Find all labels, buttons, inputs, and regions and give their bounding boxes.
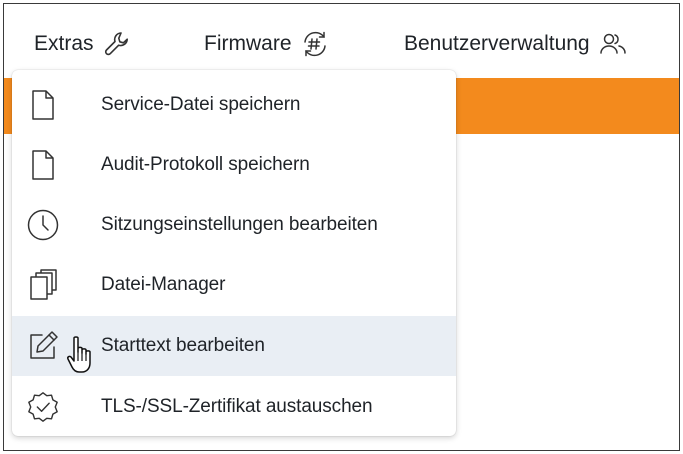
menu-item-replace-tls-certificate[interactable]: TLS-/SSL-Zertifikat austauschen — [12, 378, 456, 436]
menu-item-label: Audit-Protokoll speichern — [101, 154, 310, 175]
menu-item-label: Service-Datei speichern — [101, 94, 301, 115]
menu-extras-label: Extras — [34, 32, 94, 55]
menu-item-save-audit-log[interactable]: Audit-Protokoll speichern — [12, 136, 456, 194]
users-icon — [599, 33, 626, 54]
clock-icon — [26, 208, 60, 242]
edit-icon — [26, 329, 60, 363]
menu-extras[interactable]: Extras — [34, 26, 132, 62]
menu-item-edit-session-settings[interactable]: Sitzungseinstellungen bearbeiten — [12, 196, 456, 254]
menu-item-file-manager[interactable]: Datei-Manager — [12, 256, 456, 314]
top-menu-bar: Extras Firmware Benutzerverwaltung — [4, 4, 679, 74]
menu-user-management-label: Benutzerverwaltung — [404, 32, 590, 55]
menu-item-label: TLS-/SSL-Zertifikat austauschen — [101, 396, 373, 417]
app-window: Extras Firmware Benutzerverwaltung Servi… — [3, 3, 680, 451]
extras-dropdown-menu: Service-Datei speichern Audit-Protokoll … — [12, 70, 456, 436]
menu-item-save-service-file[interactable]: Service-Datei speichern — [12, 76, 456, 134]
firmware-update-icon — [303, 31, 326, 57]
file-icon — [26, 148, 60, 182]
certificate-badge-icon — [26, 390, 60, 424]
menu-firmware-label: Firmware — [204, 32, 292, 55]
menu-item-label: Sitzungseinstellungen bearbeiten — [101, 214, 378, 235]
file-icon — [26, 88, 60, 122]
menu-item-label: Datei-Manager — [101, 274, 226, 295]
menu-user-management[interactable]: Benutzerverwaltung — [404, 26, 628, 62]
menu-item-label: Starttext bearbeiten — [101, 335, 265, 356]
hand-pointer-cursor — [67, 336, 91, 373]
menu-firmware[interactable]: Firmware — [204, 26, 330, 62]
wrench-icon — [104, 32, 128, 56]
files-stack-icon — [26, 268, 60, 302]
